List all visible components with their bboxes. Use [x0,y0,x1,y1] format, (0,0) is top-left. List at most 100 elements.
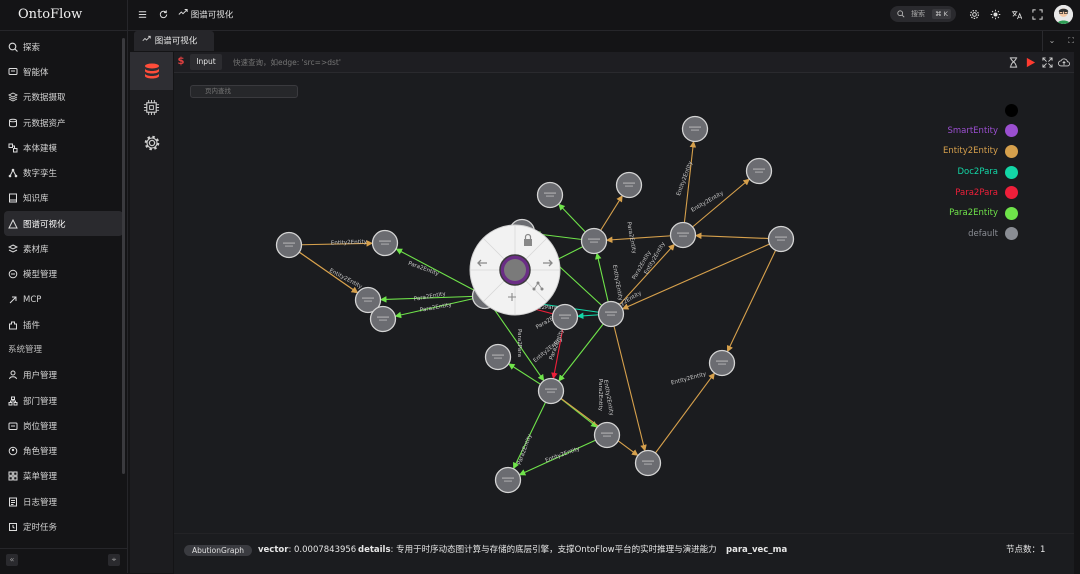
sidebar-item-0[interactable]: 用户管理 [4,363,123,388]
sidebar-item-5[interactable]: 日志管理 [4,489,123,514]
graph-svg[interactable]: Entity2Entity Entity2Entity Para2Entity Par… [174,73,1074,533]
graph-node[interactable] [669,221,697,249]
status-bar: AbutionGraph vector: 0.0007843956 detail… [174,533,1074,574]
legend-label: Para2Para [955,187,998,198]
input-mode-button[interactable]: Input [190,54,222,70]
sidebar-item-label: 探索 [23,42,41,53]
cloud-upload-icon[interactable] [1058,56,1070,68]
sidebar-item-6[interactable]: 定时任务 [4,514,123,539]
top-bar: 图谱可视化 搜索 ⌘ K [128,0,1080,31]
node-label-mark [364,300,372,302]
graph-node[interactable] [681,115,709,143]
sidebar-item-3[interactable]: 元数据资产 [4,110,123,135]
sidebar-item-label: 图谱可视化 [23,219,66,230]
sidebar-item-4[interactable]: 本体建模 [4,135,123,160]
user-avatar[interactable] [1054,5,1073,24]
user-icon [8,370,18,380]
expand-arrows-icon[interactable] [1041,56,1053,68]
graph-node[interactable] [745,157,773,185]
sidebar-scrollbar[interactable] [122,38,125,474]
translate-icon[interactable] [1011,9,1023,20]
tab-dropdown-chevron-icon[interactable]: ⌄ [1042,31,1061,51]
legend-item[interactable]: Para2Entity [943,203,1018,224]
graph-node[interactable] [484,343,512,371]
sidebar-item-10[interactable]: MCP [4,287,123,312]
legend-item[interactable]: Entity2Entity [943,141,1018,162]
sidebar-item-2[interactable]: 岗位管理 [4,413,123,438]
graph-node[interactable] [275,231,303,259]
graph-node[interactable] [615,171,643,199]
node-label-mark [605,311,617,313]
details-key: details [358,545,391,555]
sidebar-item-0[interactable]: 探索 [4,34,123,59]
node-label-mark [494,357,502,359]
legend-item[interactable]: Doc2Para [943,162,1018,183]
page-search-input[interactable] [190,85,298,98]
sidebar-item-6[interactable]: 知识库 [4,186,123,211]
graph-node[interactable] [494,466,522,494]
sidebar-item-1[interactable]: 部门管理 [4,388,123,413]
sidebar-item-3[interactable]: 角色管理 [4,438,123,463]
graph-edge[interactable] [550,390,639,456]
database-icon [144,63,159,79]
graph-type-tag: AbutionGraph [184,545,253,556]
graph-node[interactable] [536,181,564,209]
run-play-icon[interactable] [1024,56,1036,68]
legend-label: Entity2Entity [942,146,998,157]
collapse-sidebar-button[interactable]: « [6,554,18,566]
graph-node[interactable] [708,349,736,377]
fullscreen-icon[interactable] [1032,9,1043,20]
graph-node[interactable] [580,227,608,255]
settings-tool-button[interactable] [130,124,173,162]
theme-sun-icon[interactable] [990,9,1001,20]
legend-item[interactable]: default [943,224,1018,245]
graph-node[interactable] [551,303,579,331]
compute-tool-button[interactable] [130,88,173,126]
sidebar-item-label: 部门管理 [23,396,58,407]
legend-item[interactable]: SmartEntity [943,121,1018,142]
pin-sidebar-button[interactable]: ⌖ [108,554,120,566]
sidebar-item-1[interactable]: 智能体 [4,59,123,84]
global-search-button[interactable]: 搜索 ⌘ K [890,6,956,22]
graph-node[interactable] [593,421,621,449]
sidebar-item-4[interactable]: 菜单管理 [4,464,123,489]
sidebar-item-11[interactable]: 插件 [4,312,123,337]
node-label-mark [755,171,763,173]
node-label-mark [607,314,615,316]
sidebar-item-label: 知识库 [23,194,49,205]
breadcrumb-current[interactable]: 图谱可视化 [191,11,234,21]
sidebar-item-5[interactable]: 数字孪生 [4,160,123,185]
hourglass-icon[interactable] [1007,56,1019,68]
quick-query-input[interactable] [229,52,997,72]
graph-node[interactable] [371,229,399,257]
role-icon [8,446,18,456]
graph-node[interactable] [369,305,397,333]
sidebar-item-8[interactable]: 素材库 [4,236,123,261]
tab-expand-icon[interactable]: ⛶ [1062,31,1080,51]
graph-node[interactable] [767,225,795,253]
sidebar-item-7[interactable]: 图谱可视化 [4,211,123,237]
tab-graph-visualization[interactable]: 图谱可视化 [134,31,214,51]
refresh-icon[interactable] [158,9,169,20]
edge-label: Para2Entity [597,379,603,412]
sidebar-item-9[interactable]: 模型管理 [4,262,123,287]
sidebar-item-label: 插件 [23,320,41,331]
graph-edge[interactable] [647,372,715,464]
node-radial-menu[interactable] [469,224,561,316]
graph-canvas[interactable]: Entity2Entity Entity2Entity Para2Entity Par… [174,73,1074,533]
graph-node[interactable] [634,449,662,477]
legend-swatch [1005,103,1018,117]
edge-label: Entity2Entity [331,239,368,246]
graph-node[interactable] [537,377,565,405]
edge-label: Entity2Entity [690,190,725,214]
settings-gear-icon[interactable] [969,9,980,20]
hamburger-menu-icon[interactable] [137,9,148,20]
database-tool-button[interactable] [130,52,173,90]
legend-item[interactable]: Para2Para [943,182,1018,203]
legend-item[interactable] [943,100,1018,121]
sidebar-item-2[interactable]: 元数据摄取 [4,85,123,110]
legend-label: Para2Entity [949,208,998,219]
graph-node[interactable] [597,300,625,328]
graph-edge[interactable] [726,238,782,353]
sidebar-item-label: 日志管理 [23,497,58,508]
